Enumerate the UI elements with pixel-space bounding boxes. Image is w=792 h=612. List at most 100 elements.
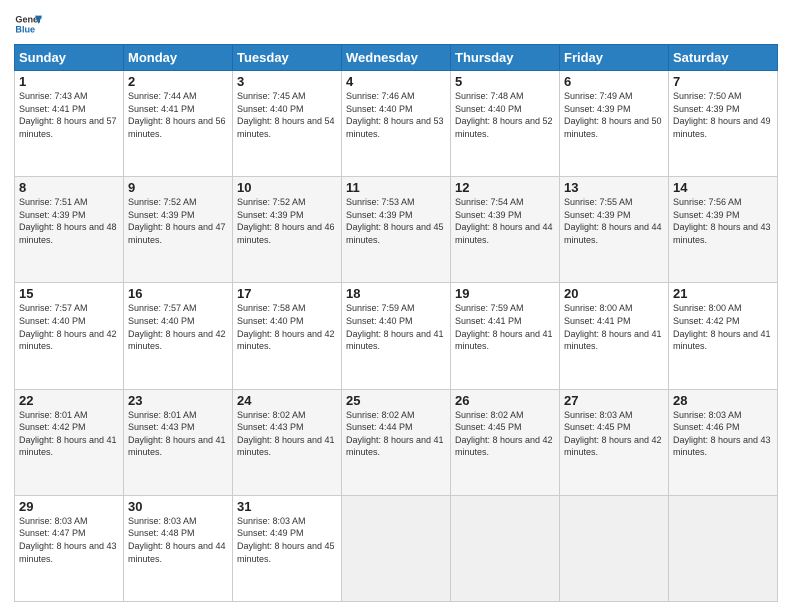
calendar-day-cell: 13 Sunrise: 7:55 AMSunset: 4:39 PMDaylig…	[560, 177, 669, 283]
day-number: 8	[19, 180, 119, 195]
day-number: 6	[564, 74, 664, 89]
day-detail: Sunrise: 7:54 AMSunset: 4:39 PMDaylight:…	[455, 197, 553, 245]
calendar-day-cell: 5 Sunrise: 7:48 AMSunset: 4:40 PMDayligh…	[451, 71, 560, 177]
day-number: 28	[673, 393, 773, 408]
calendar-day-cell: 10 Sunrise: 7:52 AMSunset: 4:39 PMDaylig…	[233, 177, 342, 283]
calendar-day-cell: 28 Sunrise: 8:03 AMSunset: 4:46 PMDaylig…	[669, 389, 778, 495]
calendar-day-cell: 3 Sunrise: 7:45 AMSunset: 4:40 PMDayligh…	[233, 71, 342, 177]
day-number: 31	[237, 499, 337, 514]
calendar-day-cell: 31 Sunrise: 8:03 AMSunset: 4:49 PMDaylig…	[233, 495, 342, 601]
day-detail: Sunrise: 7:59 AMSunset: 4:41 PMDaylight:…	[455, 303, 553, 351]
day-number: 27	[564, 393, 664, 408]
calendar-day-header: Saturday	[669, 45, 778, 71]
day-number: 30	[128, 499, 228, 514]
day-number: 22	[19, 393, 119, 408]
day-number: 20	[564, 286, 664, 301]
calendar-week-row: 29 Sunrise: 8:03 AMSunset: 4:47 PMDaylig…	[15, 495, 778, 601]
day-number: 21	[673, 286, 773, 301]
day-number: 14	[673, 180, 773, 195]
day-detail: Sunrise: 7:46 AMSunset: 4:40 PMDaylight:…	[346, 91, 444, 139]
calendar-day-cell: 29 Sunrise: 8:03 AMSunset: 4:47 PMDaylig…	[15, 495, 124, 601]
day-detail: Sunrise: 7:55 AMSunset: 4:39 PMDaylight:…	[564, 197, 662, 245]
day-number: 10	[237, 180, 337, 195]
calendar-day-cell: 27 Sunrise: 8:03 AMSunset: 4:45 PMDaylig…	[560, 389, 669, 495]
calendar-day-cell: 11 Sunrise: 7:53 AMSunset: 4:39 PMDaylig…	[342, 177, 451, 283]
calendar-day-cell: 24 Sunrise: 8:02 AMSunset: 4:43 PMDaylig…	[233, 389, 342, 495]
calendar-day-cell: 21 Sunrise: 8:00 AMSunset: 4:42 PMDaylig…	[669, 283, 778, 389]
day-number: 24	[237, 393, 337, 408]
day-detail: Sunrise: 8:01 AMSunset: 4:43 PMDaylight:…	[128, 410, 226, 458]
day-number: 1	[19, 74, 119, 89]
day-detail: Sunrise: 8:00 AMSunset: 4:41 PMDaylight:…	[564, 303, 662, 351]
calendar-day-header: Tuesday	[233, 45, 342, 71]
calendar-day-header: Sunday	[15, 45, 124, 71]
calendar-table: SundayMondayTuesdayWednesdayThursdayFrid…	[14, 44, 778, 602]
calendar-day-cell: 30 Sunrise: 8:03 AMSunset: 4:48 PMDaylig…	[124, 495, 233, 601]
day-number: 5	[455, 74, 555, 89]
calendar-day-cell: 16 Sunrise: 7:57 AMSunset: 4:40 PMDaylig…	[124, 283, 233, 389]
calendar-day-header: Monday	[124, 45, 233, 71]
logo: General Blue	[14, 10, 46, 38]
calendar-day-cell	[560, 495, 669, 601]
day-detail: Sunrise: 7:58 AMSunset: 4:40 PMDaylight:…	[237, 303, 335, 351]
calendar-day-header: Friday	[560, 45, 669, 71]
calendar-day-cell: 14 Sunrise: 7:56 AMSunset: 4:39 PMDaylig…	[669, 177, 778, 283]
calendar-day-cell	[669, 495, 778, 601]
day-number: 26	[455, 393, 555, 408]
day-detail: Sunrise: 8:03 AMSunset: 4:48 PMDaylight:…	[128, 516, 226, 564]
calendar-day-cell: 15 Sunrise: 7:57 AMSunset: 4:40 PMDaylig…	[15, 283, 124, 389]
day-number: 16	[128, 286, 228, 301]
day-number: 11	[346, 180, 446, 195]
day-detail: Sunrise: 8:02 AMSunset: 4:43 PMDaylight:…	[237, 410, 335, 458]
calendar-day-cell: 7 Sunrise: 7:50 AMSunset: 4:39 PMDayligh…	[669, 71, 778, 177]
day-detail: Sunrise: 7:56 AMSunset: 4:39 PMDaylight:…	[673, 197, 771, 245]
day-number: 19	[455, 286, 555, 301]
day-detail: Sunrise: 7:51 AMSunset: 4:39 PMDaylight:…	[19, 197, 117, 245]
day-detail: Sunrise: 8:02 AMSunset: 4:44 PMDaylight:…	[346, 410, 444, 458]
calendar-day-cell: 26 Sunrise: 8:02 AMSunset: 4:45 PMDaylig…	[451, 389, 560, 495]
day-detail: Sunrise: 7:43 AMSunset: 4:41 PMDaylight:…	[19, 91, 117, 139]
calendar-day-cell: 2 Sunrise: 7:44 AMSunset: 4:41 PMDayligh…	[124, 71, 233, 177]
day-number: 17	[237, 286, 337, 301]
calendar-day-cell: 6 Sunrise: 7:49 AMSunset: 4:39 PMDayligh…	[560, 71, 669, 177]
day-number: 3	[237, 74, 337, 89]
day-number: 7	[673, 74, 773, 89]
calendar-day-cell	[451, 495, 560, 601]
day-number: 29	[19, 499, 119, 514]
day-detail: Sunrise: 8:03 AMSunset: 4:45 PMDaylight:…	[564, 410, 662, 458]
svg-text:Blue: Blue	[15, 24, 35, 34]
day-detail: Sunrise: 7:45 AMSunset: 4:40 PMDaylight:…	[237, 91, 335, 139]
calendar-day-cell: 17 Sunrise: 7:58 AMSunset: 4:40 PMDaylig…	[233, 283, 342, 389]
day-detail: Sunrise: 8:03 AMSunset: 4:47 PMDaylight:…	[19, 516, 117, 564]
day-detail: Sunrise: 7:52 AMSunset: 4:39 PMDaylight:…	[128, 197, 226, 245]
day-number: 12	[455, 180, 555, 195]
day-number: 2	[128, 74, 228, 89]
day-detail: Sunrise: 7:52 AMSunset: 4:39 PMDaylight:…	[237, 197, 335, 245]
day-detail: Sunrise: 8:03 AMSunset: 4:46 PMDaylight:…	[673, 410, 771, 458]
day-detail: Sunrise: 8:00 AMSunset: 4:42 PMDaylight:…	[673, 303, 771, 351]
day-detail: Sunrise: 8:02 AMSunset: 4:45 PMDaylight:…	[455, 410, 553, 458]
calendar-day-cell: 12 Sunrise: 7:54 AMSunset: 4:39 PMDaylig…	[451, 177, 560, 283]
day-number: 23	[128, 393, 228, 408]
day-number: 18	[346, 286, 446, 301]
generalblue-logo-icon: General Blue	[14, 10, 42, 38]
calendar-day-cell: 4 Sunrise: 7:46 AMSunset: 4:40 PMDayligh…	[342, 71, 451, 177]
day-detail: Sunrise: 8:01 AMSunset: 4:42 PMDaylight:…	[19, 410, 117, 458]
day-detail: Sunrise: 7:57 AMSunset: 4:40 PMDaylight:…	[19, 303, 117, 351]
calendar-day-cell: 9 Sunrise: 7:52 AMSunset: 4:39 PMDayligh…	[124, 177, 233, 283]
day-detail: Sunrise: 7:49 AMSunset: 4:39 PMDaylight:…	[564, 91, 662, 139]
day-detail: Sunrise: 7:50 AMSunset: 4:39 PMDaylight:…	[673, 91, 771, 139]
calendar-day-cell: 8 Sunrise: 7:51 AMSunset: 4:39 PMDayligh…	[15, 177, 124, 283]
calendar-day-cell: 20 Sunrise: 8:00 AMSunset: 4:41 PMDaylig…	[560, 283, 669, 389]
day-number: 4	[346, 74, 446, 89]
day-detail: Sunrise: 7:44 AMSunset: 4:41 PMDaylight:…	[128, 91, 226, 139]
calendar-week-row: 8 Sunrise: 7:51 AMSunset: 4:39 PMDayligh…	[15, 177, 778, 283]
calendar-week-row: 22 Sunrise: 8:01 AMSunset: 4:42 PMDaylig…	[15, 389, 778, 495]
calendar-day-header: Wednesday	[342, 45, 451, 71]
page: General Blue SundayMondayTuesdayWednesda…	[0, 0, 792, 612]
calendar-week-row: 15 Sunrise: 7:57 AMSunset: 4:40 PMDaylig…	[15, 283, 778, 389]
day-detail: Sunrise: 7:53 AMSunset: 4:39 PMDaylight:…	[346, 197, 444, 245]
calendar-week-row: 1 Sunrise: 7:43 AMSunset: 4:41 PMDayligh…	[15, 71, 778, 177]
calendar-day-cell: 18 Sunrise: 7:59 AMSunset: 4:40 PMDaylig…	[342, 283, 451, 389]
day-number: 9	[128, 180, 228, 195]
